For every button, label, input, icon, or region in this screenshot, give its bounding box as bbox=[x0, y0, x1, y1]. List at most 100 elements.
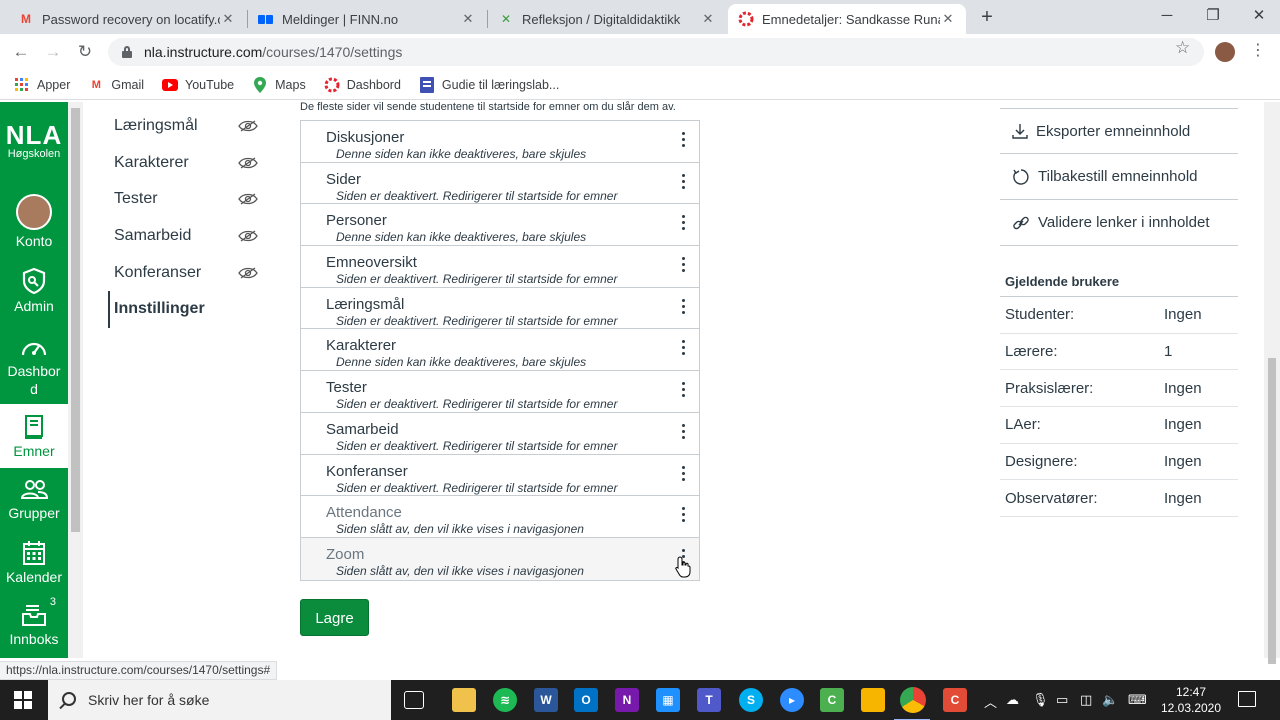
nav-item-row[interactable]: Zoom Siden slått av, den vil ikke vises … bbox=[301, 537, 699, 580]
nav-item-note: Siden er deaktivert. Redirigerer til sta… bbox=[336, 480, 618, 495]
course-nav-konferanser[interactable]: Konferanser bbox=[108, 254, 278, 291]
windows-start-icon[interactable] bbox=[14, 691, 32, 709]
bookmark-maps[interactable]: Maps bbox=[252, 76, 306, 93]
nav-konto[interactable]: Konto bbox=[0, 194, 68, 249]
browser-tab-canvas[interactable]: Emnedetaljer: Sandkasse Runar E ✕ bbox=[728, 4, 966, 34]
browser-tab-finn[interactable]: Meldinger | FINN.no ✕ bbox=[248, 4, 486, 34]
course-nav-karakterer[interactable]: Karakterer bbox=[108, 145, 278, 182]
more-options-icon[interactable] bbox=[673, 421, 693, 443]
close-icon[interactable]: ✕ bbox=[460, 11, 476, 27]
close-icon[interactable]: ✕ bbox=[220, 11, 236, 27]
more-options-icon[interactable] bbox=[673, 463, 693, 485]
nav-item-row[interactable]: Diskusjoner Denne siden kan ikke deaktiv… bbox=[301, 121, 699, 163]
nla-logo[interactable]: NLA Høgskolen bbox=[0, 122, 68, 160]
teams-icon[interactable]: T bbox=[697, 688, 721, 712]
more-options-icon[interactable] bbox=[673, 212, 693, 234]
address-bar[interactable]: nla.instructure.com/courses/1470/setting… bbox=[108, 38, 1204, 66]
word-icon[interactable]: W bbox=[534, 688, 558, 712]
course-nav-samarbeid[interactable]: Samarbeid bbox=[108, 218, 278, 255]
back-arrow-icon[interactable]: ← bbox=[8, 39, 34, 65]
profile-avatar[interactable] bbox=[1215, 42, 1235, 62]
nav-emner[interactable]: Emner bbox=[0, 404, 68, 468]
nav-item-row[interactable]: Sider Siden er deaktivert. Redirigerer t… bbox=[301, 163, 699, 205]
onenote-icon[interactable]: N bbox=[615, 688, 639, 712]
course-nav-innstillinger[interactable]: Innstillinger bbox=[108, 290, 278, 328]
bookmark-youtube[interactable]: YouTube bbox=[162, 77, 234, 93]
nav-item-row[interactable]: Samarbeid Siden er deaktivert. Rediriger… bbox=[301, 413, 699, 455]
nav-grupper[interactable]: Grupper bbox=[0, 478, 68, 521]
more-options-icon[interactable] bbox=[673, 171, 693, 193]
nav-item-row[interactable]: Læringsmål Siden er deaktivert. Redirige… bbox=[301, 288, 699, 330]
restore-icon[interactable]: ❐ bbox=[1190, 4, 1236, 28]
bookmark-star-icon[interactable]: ☆ bbox=[1175, 38, 1190, 58]
more-options-icon[interactable] bbox=[673, 504, 693, 526]
sidebar-button-label: Eksporter emneinnhold bbox=[1036, 122, 1191, 140]
left-scrollbar[interactable] bbox=[68, 102, 83, 658]
keyboard-icon[interactable]: ⌨ bbox=[1128, 692, 1147, 708]
reload-icon[interactable]: ↻ bbox=[72, 39, 98, 65]
file-explorer-icon[interactable] bbox=[452, 688, 476, 712]
camtasia-icon[interactable]: C bbox=[820, 688, 844, 712]
nav-item-row[interactable]: Tester Siden er deaktivert. Redirigerer … bbox=[301, 371, 699, 413]
bookmark-dashbord[interactable]: Dashbord bbox=[324, 77, 401, 93]
nav-dashbord[interactable]: Dashbord bbox=[0, 337, 68, 398]
nav-kalender[interactable]: Kalender bbox=[0, 540, 68, 585]
bookmark-label: Gudie til læringslab... bbox=[441, 77, 560, 92]
nav-item-row[interactable]: Personer Denne siden kan ikke deaktivere… bbox=[301, 204, 699, 247]
export-course-content-button[interactable]: Eksporter emneinnhold bbox=[1000, 108, 1238, 154]
course-nav-laeringsmal[interactable]: Læringsmål bbox=[108, 108, 278, 145]
reset-course-content-button[interactable]: Tilbakestill emneinnhold bbox=[1000, 154, 1238, 200]
calendar-app-icon[interactable]: ▦ bbox=[656, 688, 680, 712]
save-button[interactable]: Lagre bbox=[300, 599, 369, 636]
skype-icon[interactable]: S bbox=[739, 688, 763, 712]
nav-item-row[interactable]: Attendance Siden slått av, den vil ikke … bbox=[301, 496, 699, 538]
forward-arrow-icon[interactable]: → bbox=[40, 39, 66, 65]
task-view-icon[interactable] bbox=[404, 691, 424, 709]
browser-tab-gmail[interactable]: M Password recovery on locatify.co ✕ bbox=[8, 4, 246, 34]
nav-admin[interactable]: Admin bbox=[0, 267, 68, 314]
close-icon[interactable]: ✕ bbox=[700, 11, 716, 27]
bookmark-apps[interactable]: Apper bbox=[14, 77, 70, 93]
browser-menu-icon[interactable]: ⋮ bbox=[1250, 40, 1266, 60]
zoom-app-icon[interactable]: ▸ bbox=[780, 688, 804, 712]
onedrive-icon[interactable]: ☁ bbox=[1006, 692, 1019, 708]
notes-app-icon[interactable] bbox=[861, 688, 885, 712]
url-path: /courses/1470/settings bbox=[262, 44, 403, 60]
nav-item-label: Samarbeid bbox=[326, 420, 399, 438]
browser-tab-pbworks[interactable]: ✕ Refleksjon / Digitaldidaktikk ✕ bbox=[488, 4, 726, 34]
minimize-icon[interactable]: ─ bbox=[1144, 4, 1190, 28]
taskbar-clock[interactable]: 12:47 12.03.2020 bbox=[1160, 684, 1222, 716]
chrome-icon[interactable] bbox=[894, 687, 930, 720]
nav-innboks[interactable]: 3 Innboks bbox=[0, 596, 68, 647]
window-close-icon[interactable]: ✕ bbox=[1236, 4, 1280, 28]
outlook-icon[interactable]: O bbox=[574, 688, 598, 712]
snagit-icon[interactable]: C bbox=[943, 688, 967, 712]
page-scrollbar[interactable] bbox=[1264, 102, 1280, 664]
forms-icon bbox=[419, 76, 435, 93]
current-users-title: Gjeldende brukere bbox=[1000, 274, 1238, 297]
more-options-icon[interactable] bbox=[673, 254, 693, 276]
notifications-icon[interactable] bbox=[1238, 691, 1256, 707]
tray-chevron-icon[interactable]: ︿ bbox=[984, 692, 997, 711]
battery-icon[interactable]: ▭ bbox=[1056, 692, 1068, 708]
bookmark-gmail[interactable]: M Gmail bbox=[88, 77, 144, 93]
more-options-icon[interactable] bbox=[673, 296, 693, 318]
nav-item-row[interactable]: Konferanser Siden er deaktivert. Redirig… bbox=[301, 455, 699, 497]
more-options-icon[interactable] bbox=[673, 337, 693, 359]
taskbar-search-input[interactable]: Skriv her for å søke bbox=[48, 680, 391, 720]
more-options-icon[interactable] bbox=[673, 129, 693, 151]
more-options-icon[interactable] bbox=[673, 379, 693, 401]
validate-links-button[interactable]: Validere lenker i innholdet bbox=[1000, 200, 1238, 246]
nav-item-note: Siden slått av, den vil ikke vises i nav… bbox=[336, 522, 584, 537]
nav-label: Dashbord bbox=[7, 363, 61, 397]
volume-icon[interactable]: 🔈 bbox=[1102, 692, 1118, 708]
bookmark-gudie[interactable]: Gudie til læringslab... bbox=[419, 76, 560, 93]
spotify-icon[interactable]: ≋ bbox=[493, 688, 517, 712]
network-icon[interactable]: ◫ bbox=[1080, 692, 1092, 708]
close-icon[interactable]: ✕ bbox=[940, 11, 956, 27]
course-nav-tester[interactable]: Tester bbox=[108, 181, 278, 218]
new-tab-button[interactable]: + bbox=[976, 6, 998, 28]
nav-item-row[interactable]: Emneoversikt Siden er deaktivert. Rediri… bbox=[301, 246, 699, 288]
microphone-icon[interactable]: 🎙 bbox=[1032, 692, 1049, 708]
nav-item-row[interactable]: Karakterer Denne siden kan ikke deaktive… bbox=[301, 329, 699, 372]
